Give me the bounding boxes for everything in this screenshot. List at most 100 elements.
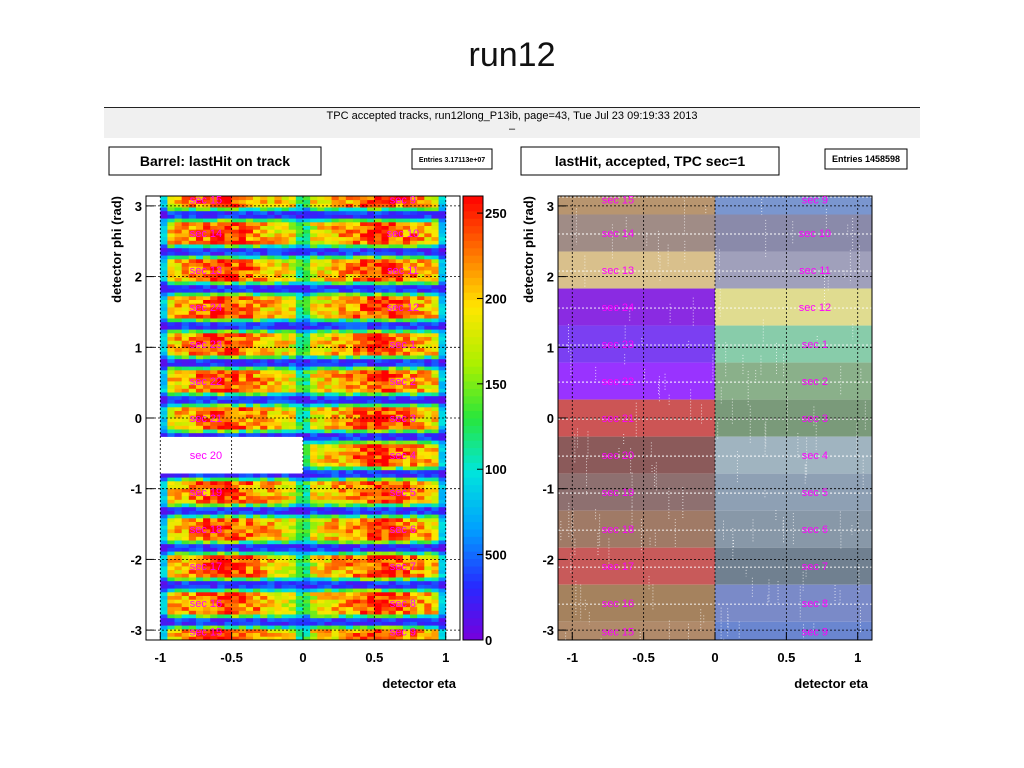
- heatmap-cell: [431, 503, 439, 508]
- heatmap-cell: [253, 225, 261, 230]
- heatmap-cell: [317, 584, 325, 589]
- heatmap-cell: [374, 196, 382, 201]
- heatmap-cell: [324, 421, 332, 426]
- heatmap-cell: [203, 284, 211, 289]
- heatmap-cell: [338, 455, 347, 460]
- heatmap-cell: [438, 540, 447, 545]
- heatmap-cell: [438, 310, 447, 315]
- heatmap-cell: [395, 588, 404, 593]
- heatmap-cell: [402, 218, 411, 223]
- heatmap-cell: [174, 588, 183, 593]
- heatmap-cell: [331, 447, 340, 452]
- heatmap-cell: [310, 517, 318, 522]
- heatmap-cell: [367, 196, 375, 201]
- heatmap-cell: [274, 199, 282, 204]
- heatmap-cell: [381, 577, 390, 582]
- heatmap-cell: [174, 221, 183, 226]
- heatmap-cell: [381, 532, 390, 537]
- heatmap-cell: [231, 517, 240, 522]
- heatmap-cell: [417, 566, 425, 571]
- sector-label: sec 10: [387, 228, 419, 240]
- heatmap-cell: [338, 284, 347, 289]
- heatmap-cell: [424, 421, 432, 426]
- heatmap-cell: [381, 569, 390, 574]
- heatmap-cell: [360, 332, 368, 337]
- heatmap-cell: [303, 392, 311, 397]
- heatmap-cell: [410, 218, 418, 223]
- heatmap-cell: [424, 573, 432, 578]
- heatmap-cell: [167, 262, 175, 267]
- heatmap-cell: [345, 251, 354, 256]
- heatmap-cell: [388, 329, 397, 334]
- heatmap-cell: [253, 551, 261, 556]
- heatmap-cell: [217, 392, 225, 397]
- heatmap-cell: [238, 221, 247, 226]
- heatmap-cell: [224, 543, 233, 548]
- heatmap-cell: [188, 366, 197, 371]
- heatmap-cell: [231, 299, 240, 304]
- heatmap-cell: [360, 517, 368, 522]
- heatmap-cell: [352, 273, 361, 278]
- heatmap-cell: [374, 510, 382, 515]
- heatmap-cell: [360, 562, 368, 567]
- heatmap-cell: [253, 255, 261, 260]
- heatmap-cell: [352, 473, 361, 478]
- heatmap-cell: [181, 236, 190, 241]
- heatmap-cell: [231, 225, 240, 230]
- heatmap-cell: [281, 214, 290, 219]
- heatmap-cell: [188, 621, 197, 626]
- heatmap-cell: [260, 366, 268, 371]
- heatmap-cell: [260, 503, 268, 508]
- heatmap-cell: [181, 506, 190, 511]
- heatmap-cell: [288, 288, 297, 293]
- heatmap-cell: [367, 425, 375, 430]
- sector-label: sec 22: [602, 376, 634, 388]
- heatmap-cell: [360, 199, 368, 204]
- heatmap-cell: [217, 621, 225, 626]
- heatmap-cell: [352, 477, 361, 482]
- heatmap-cell: [224, 358, 233, 363]
- heatmap-cell: [160, 492, 168, 497]
- heatmap-cell: [331, 314, 340, 319]
- heatmap-cell: [431, 625, 439, 630]
- heatmap-cell: [402, 388, 411, 393]
- heatmap-cell: [210, 403, 218, 408]
- heatmap-cell: [288, 199, 297, 204]
- heatmap-cell: [338, 603, 347, 608]
- heatmap-cell: [317, 536, 325, 541]
- heatmap-cell: [231, 373, 240, 378]
- heatmap-cell: [260, 543, 268, 548]
- heatmap-cell: [260, 395, 268, 400]
- heatmap-cell: [224, 554, 233, 559]
- heatmap-cell: [267, 591, 275, 596]
- heatmap-cell: [438, 610, 447, 615]
- heatmap-cell: [174, 270, 183, 275]
- heatmap-cell: [431, 562, 439, 567]
- heatmap-cell: [310, 418, 318, 423]
- heatmap-cell: [338, 299, 347, 304]
- heatmap-cell: [388, 351, 397, 356]
- heatmap-cell: [338, 569, 347, 574]
- heatmap-cell: [274, 406, 282, 411]
- heatmap-cell: [303, 632, 311, 637]
- heatmap-cell: [224, 332, 233, 337]
- heatmap-cell: [424, 584, 432, 589]
- heatmap-cell: [381, 614, 390, 619]
- heatmap-cell: [231, 510, 240, 515]
- heatmap-cell: [345, 196, 354, 201]
- heatmap-cell: [431, 307, 439, 312]
- heatmap-cell: [160, 303, 168, 308]
- heatmap-cell: [303, 347, 311, 352]
- heatmap-cell: [181, 606, 190, 611]
- heatmap-cell: [217, 395, 225, 400]
- heatmap-cell: [417, 584, 425, 589]
- heatmap-cell: [367, 554, 375, 559]
- heatmap-cell: [160, 584, 168, 589]
- heatmap-cell: [231, 525, 240, 530]
- heatmap-cell: [224, 395, 233, 400]
- heatmap-cell: [374, 517, 382, 522]
- heatmap-cell: [360, 588, 368, 593]
- heatmap-cell: [181, 340, 190, 345]
- heatmap-cell: [203, 473, 211, 478]
- heatmap-cell: [238, 210, 247, 215]
